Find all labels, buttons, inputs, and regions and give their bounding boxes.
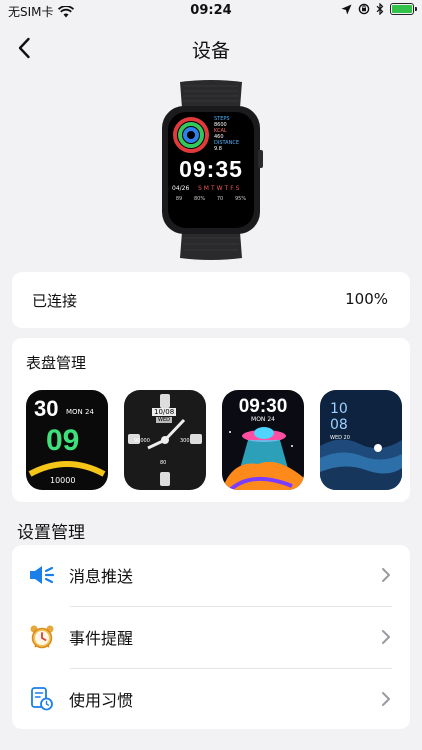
watch-face-2[interactable]: 10/08 WED 90000 300 80 (124, 390, 206, 490)
status-bar: 无SIM卡 09:24 (0, 0, 422, 22)
face4-minute: 08 (330, 417, 348, 433)
face1-big-time: 30 (34, 396, 59, 421)
battery-icon (390, 3, 417, 15)
orientation-lock-icon (358, 3, 370, 15)
nav-bar: 设备 (0, 26, 422, 70)
chevron-right-icon (382, 692, 390, 706)
document-clock-icon (28, 685, 56, 713)
face4-hour: 10 (330, 401, 348, 417)
settings-list: 消息推送 事件提醒 使用习惯 (12, 545, 410, 729)
watch-stats: 89 80% 70 95% (170, 196, 252, 212)
face2-value-3: 80 (160, 460, 167, 466)
activity-rings-icon (173, 117, 209, 153)
chevron-right-icon (382, 630, 390, 644)
watch-time: 09:35 (179, 156, 243, 182)
settings-item-label: 使用习惯 (69, 691, 134, 710)
face3-ufo-illustration (222, 427, 304, 490)
stat-heart: 89 (175, 196, 183, 202)
face1-steps: 10000 (50, 476, 76, 485)
face1-digits: 09 (46, 424, 80, 457)
face2-value-1: 90000 (134, 438, 150, 444)
stat-weather: 70 (216, 196, 224, 202)
battery-fill (392, 5, 412, 13)
page-title: 设备 (191, 40, 230, 62)
face2-value-2: 300 (180, 438, 190, 444)
watch-face-3[interactable]: 09:30 MON 24 (222, 390, 304, 490)
face2-weekday: WED (156, 417, 172, 423)
stat-energy: 80% (194, 196, 206, 202)
status-right (341, 3, 417, 15)
bluetooth-icon (376, 3, 384, 15)
face3-date: MON 24 (251, 416, 275, 423)
face3-time: 09:30 (238, 396, 288, 417)
distance-value: 9.8 (214, 146, 222, 152)
settings-section-title: 设置管理 (17, 523, 85, 543)
settings-item-label: 事件提醒 (69, 629, 134, 648)
connection-card: 已连接 100% (12, 272, 410, 328)
watch-face-4[interactable]: 10 08 WED 20 (320, 390, 402, 490)
face1-date: MON 24 (66, 408, 94, 416)
watch-faces-card: 表盘管理 30 MON 24 09 10000 10/08 WED 90000 … (12, 338, 410, 502)
settings-row-message-push[interactable]: 消息推送 (12, 545, 410, 605)
settings-row-event-reminder[interactable]: 事件提醒 (12, 607, 410, 667)
watch-screen: STEPS 8600 KCAL 460 DISTANCE 9.8 09:35 0… (168, 112, 254, 228)
stat-oxygen: 95% (235, 196, 247, 202)
watch-weekdays: SMTWTFS (198, 185, 242, 192)
device-battery-value: 100% (345, 290, 388, 308)
face4-date: WED 20 (330, 435, 350, 441)
settings-item-label: 消息推送 (69, 567, 134, 586)
watch-date: 04/26 (172, 185, 190, 192)
settings-row-usage-habits[interactable]: 使用习惯 (12, 669, 410, 729)
speaker-icon (28, 561, 56, 589)
alarm-clock-icon (28, 623, 56, 651)
location-arrow-icon (341, 4, 352, 14)
chevron-right-icon (382, 568, 390, 582)
face2-date-box: 10/08 (152, 408, 177, 416)
watch-face-1[interactable]: 30 MON 24 09 10000 (26, 390, 108, 490)
watch-faces-title: 表盘管理 (26, 354, 87, 372)
connection-status: 已连接 (32, 292, 78, 310)
steps-block: STEPS 8600 KCAL 460 DISTANCE 9.8 (214, 116, 239, 152)
